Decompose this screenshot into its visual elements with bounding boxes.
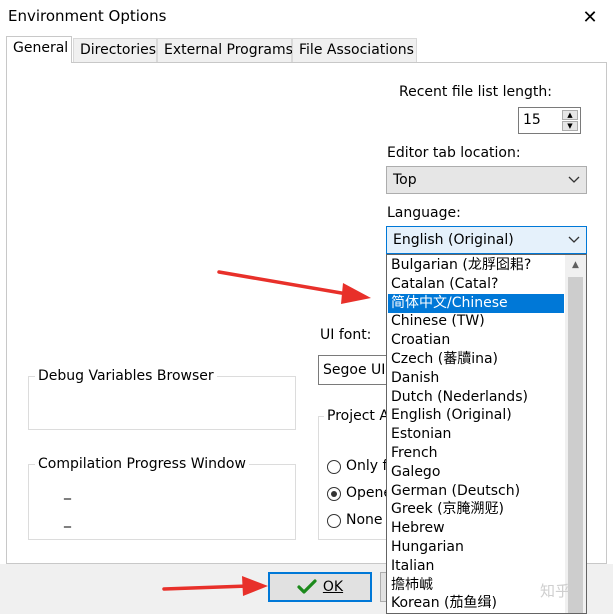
debug-variables-title: Debug Variables Browser [35, 368, 217, 384]
recent-files-label: Recent file list length: [399, 84, 552, 100]
language-option[interactable]: Croatian [388, 331, 564, 350]
language-option[interactable]: 简体中文/Chinese [388, 293, 564, 313]
editor-tab-label: Editor tab location: [387, 145, 521, 161]
project-group-title: Project A [324, 408, 392, 424]
watermark-text: 知乎 [540, 582, 571, 600]
compilation-progress-group [28, 464, 296, 540]
language-option[interactable]: 擔杮峸 [388, 576, 564, 595]
recent-files-spinner[interactable]: 15 ▲ ▼ [518, 107, 581, 134]
window-title: Environment Options [8, 7, 167, 25]
language-option[interactable]: Czech (蕃牘ina) [388, 350, 564, 369]
close-button[interactable]: ✕ [567, 0, 613, 34]
checkmark-icon [297, 579, 317, 594]
environment-options-window: Environment Options ✕ General Directorie… [0, 0, 613, 614]
tab-directories[interactable]: Directories [73, 38, 157, 62]
spinner-buttons: ▲ ▼ [562, 110, 578, 131]
chevron-down-icon [568, 176, 580, 183]
tab-file-associations[interactable]: File Associations [292, 38, 417, 62]
language-option[interactable]: Korean (茄鱼缉) [388, 594, 564, 613]
language-option[interactable]: Dutch (Nederlands) [388, 388, 564, 407]
language-option[interactable]: German (Deutsch) [388, 482, 564, 501]
language-option[interactable]: Italian [388, 557, 564, 576]
ui-font-label: UI font: [320, 327, 372, 343]
recent-files-value[interactable]: 15 [523, 112, 541, 128]
language-label: Language: [387, 205, 461, 221]
language-option[interactable]: Hungarian [388, 538, 564, 557]
language-select[interactable]: English (Original) [386, 226, 587, 254]
radio-only-f-label: Only f [346, 458, 388, 474]
language-dropdown-list[interactable]: Bulgarian (龙脬囵耜? Catalan (Catal? 简体中文/Chin… [386, 254, 587, 614]
language-option[interactable]: Estonian [388, 425, 564, 444]
tab-general[interactable]: General [6, 36, 72, 63]
dropdown-scrollbar[interactable]: ▲ [565, 255, 586, 613]
scrollbar-thumb[interactable] [568, 277, 583, 613]
language-option[interactable]: Danish [388, 369, 564, 388]
red-arrow-icon [162, 576, 268, 596]
compile-option-1[interactable]: _ [64, 484, 71, 500]
debug-variables-group [28, 376, 296, 430]
editor-tab-value: Top [393, 172, 417, 188]
ui-font-value: Segoe UI [323, 362, 386, 378]
ui-font-select[interactable]: Segoe UI [318, 355, 388, 385]
spin-up-icon[interactable]: ▲ [562, 110, 578, 120]
ok-button-label: OK [322, 579, 344, 595]
language-option[interactable]: English (Original) [388, 406, 564, 425]
spin-down-icon[interactable]: ▼ [562, 121, 578, 131]
red-arrow-icon [217, 270, 371, 304]
ok-button[interactable]: OK [268, 572, 372, 602]
language-option[interactable]: Greek (京腌溯觃) [388, 500, 564, 519]
chevron-down-icon [568, 236, 580, 243]
scroll-up-icon[interactable]: ▲ [567, 257, 584, 274]
language-option[interactable]: Catalan (Catal? [388, 275, 564, 294]
radio-none[interactable] [327, 514, 341, 528]
language-option[interactable]: Chinese (TW) [388, 312, 564, 331]
radio-only-f[interactable] [327, 460, 341, 474]
language-value: English (Original) [393, 232, 514, 248]
language-option[interactable]: Galego [388, 463, 564, 482]
compilation-progress-title: Compilation Progress Window [35, 456, 249, 472]
language-option[interactable]: Hebrew [388, 519, 564, 538]
compile-option-2[interactable]: _ [64, 512, 71, 528]
tab-external-programs[interactable]: External Programs [157, 38, 293, 62]
radio-none-label: None [346, 512, 383, 528]
title-bar: Environment Options ✕ [0, 0, 613, 34]
editor-tab-select[interactable]: Top [386, 166, 587, 194]
radio-opened[interactable] [327, 487, 341, 501]
language-option[interactable]: Bulgarian (龙脬囵耜? [388, 256, 564, 275]
language-option[interactable]: French [388, 444, 564, 463]
